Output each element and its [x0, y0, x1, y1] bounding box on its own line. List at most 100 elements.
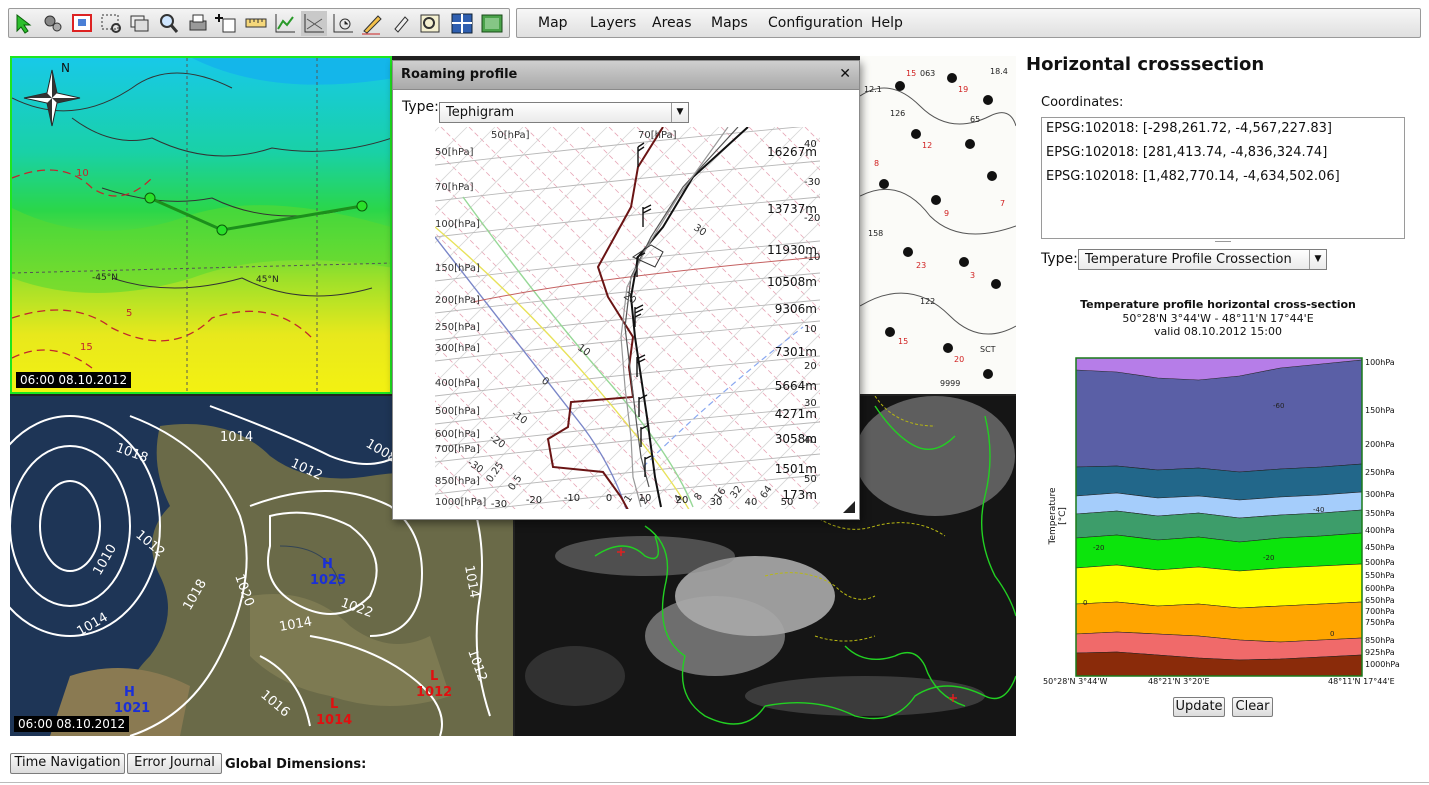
tephigram-chart: 50[hPa] 70[hPa] 100[hPa] 150[hPa] 200[hP…	[435, 127, 855, 513]
pressure-tick-label: 600hPa	[1365, 584, 1395, 593]
time-navigation-button[interactable]: Time Navigation	[10, 753, 125, 774]
menu-configuration[interactable]: Configuration	[768, 15, 863, 31]
chart-icon[interactable]	[272, 11, 298, 36]
menu-map[interactable]: Map	[538, 15, 568, 31]
svg-text:7: 7	[1000, 199, 1005, 208]
height-label: 4271m	[775, 407, 817, 421]
temperature-map: N 10 -45°N 45°N 15 5	[12, 58, 390, 392]
pressure-tick-label: 750hPa	[1365, 618, 1395, 627]
right-axis-label: -20	[804, 213, 820, 224]
svg-text:20: 20	[954, 355, 964, 364]
coordinates-label: Coordinates:	[1041, 95, 1124, 110]
svg-text:126: 126	[890, 109, 905, 118]
zoom-extent-icon[interactable]	[69, 11, 95, 36]
edit-icon[interactable]	[388, 11, 414, 36]
status-divider	[0, 782, 1429, 783]
temp-label: 15	[80, 342, 93, 353]
pressure-label: 70[hPa]	[638, 130, 677, 141]
map-panel-temperature[interactable]: N 10 -45°N 45°N 15 5 06:00 08.10.2012	[10, 56, 392, 394]
ruler-icon[interactable]	[243, 11, 269, 36]
temp-axis-label: -20	[526, 495, 542, 506]
contour-label: -60	[1273, 402, 1284, 410]
pressure-label: 700[hPa]	[435, 444, 480, 455]
crosssection-type-label: Type:	[1041, 251, 1078, 267]
contour-label: 0	[1330, 630, 1334, 638]
main-toolbar	[8, 8, 510, 38]
svg-text:15: 15	[898, 337, 908, 346]
chart-ylabel: Temperature[°C]	[1048, 487, 1068, 545]
roaming-type-value: Tephigram	[446, 105, 515, 120]
pressure-tick-label: 100hPa	[1365, 358, 1395, 367]
pressure-label: 400[hPa]	[435, 378, 480, 389]
chart-range: 50°28'N 3°44'W - 48°11'N 17°44'E	[1122, 312, 1314, 325]
svg-text:8: 8	[874, 159, 879, 168]
temp-label: 5	[126, 308, 132, 319]
pressure-tick-label: 200hPa	[1365, 440, 1395, 449]
right-axis-label: 30	[804, 398, 817, 409]
coordinate-item[interactable]: EPSG:102018: [281,413.74, -4,836,324.74]	[1046, 145, 1327, 160]
timestamp-bottom-left: 06:00 08.10.2012	[14, 716, 130, 732]
menu-maps[interactable]: Maps	[711, 15, 748, 31]
compass-n-label: N	[61, 61, 70, 75]
roaming-profile-titlebar[interactable]: Roaming profile ✕	[393, 61, 859, 90]
pressure-tick-label: 1000hPa	[1365, 660, 1400, 669]
svg-text:9: 9	[944, 209, 949, 218]
layers-icon[interactable]	[127, 11, 153, 36]
preview-icon[interactable]	[417, 11, 443, 36]
add-point-icon[interactable]	[214, 11, 240, 36]
menu-layers[interactable]: Layers	[590, 15, 636, 31]
height-label: 5664m	[775, 379, 817, 393]
time-chart-icon[interactable]	[330, 11, 356, 36]
print-icon[interactable]	[185, 11, 211, 36]
chevron-down-icon: ▼	[671, 103, 688, 122]
crosssection-type-select[interactable]: Temperature Profile Crossection ▼	[1078, 249, 1327, 270]
settings-icon[interactable]	[40, 11, 66, 36]
pressure-label: 600[hPa]	[435, 429, 480, 440]
crosssection-type-value: Temperature Profile Crossection	[1085, 252, 1292, 267]
clear-button[interactable]: Clear	[1232, 697, 1273, 717]
splitter-grip[interactable]	[1215, 238, 1231, 242]
lat-label: -45°N	[92, 273, 118, 283]
coordinate-item[interactable]: EPSG:102018: [-298,261.72, -4,567,227.83…	[1046, 121, 1332, 136]
high-center-label: H	[322, 557, 333, 572]
error-journal-button[interactable]: Error Journal	[127, 753, 222, 774]
pressure-tick-label: 300hPa	[1365, 490, 1395, 499]
pressure-tick-label: 500hPa	[1365, 558, 1395, 567]
contour-label: -20	[1093, 544, 1104, 552]
layout-icon[interactable]	[449, 11, 475, 36]
fullscreen-icon[interactable]	[479, 11, 505, 36]
zoom-1-1-icon[interactable]	[156, 11, 182, 36]
svg-text:23: 23	[916, 261, 926, 270]
temp-axis-label: -10	[564, 493, 580, 504]
menu-areas[interactable]: Areas	[652, 15, 692, 31]
pressure-label: 50[hPa]	[491, 130, 530, 141]
draw-icon[interactable]	[359, 11, 385, 36]
map-panel-observations[interactable]: 15 19 12 8 9 7 23 3 15 20 12.1 063 18.4 126 65 158…	[860, 56, 1016, 394]
chart-title: Temperature profile horizontal cross-sec…	[1080, 298, 1356, 311]
pressure-tick-label: 550hPa	[1365, 571, 1395, 580]
pressure-label: 200[hPa]	[435, 295, 480, 306]
chevron-down-icon: ▼	[1309, 250, 1326, 269]
roaming-type-label: Type:	[402, 99, 439, 115]
crosssection-icon[interactable]	[301, 11, 327, 36]
contour-label: 0	[1083, 599, 1087, 607]
close-icon[interactable]: ✕	[839, 66, 851, 82]
height-label: 9306m	[775, 302, 817, 316]
pressure-label: 70[hPa]	[435, 182, 474, 193]
roaming-type-select[interactable]: Tephigram ▼	[439, 102, 689, 123]
coordinates-list[interactable]: EPSG:102018: [-298,261.72, -4,567,227.83…	[1041, 117, 1405, 242]
temp-axis-label: 40	[745, 497, 758, 508]
temp-axis-label: 0	[606, 493, 612, 504]
svg-text:15: 15	[906, 69, 916, 78]
pressure-label: 1000[hPa]	[435, 497, 486, 508]
update-button[interactable]: Update	[1173, 697, 1225, 717]
isobar-label: 1014	[220, 430, 253, 445]
zoom-rect-icon[interactable]	[98, 11, 124, 36]
right-axis-label: 40	[804, 435, 817, 446]
right-axis-label: 10	[804, 324, 817, 335]
select-arrow-icon[interactable]	[11, 11, 37, 36]
menu-help[interactable]: Help	[871, 15, 903, 31]
right-axis-label: 40	[804, 139, 817, 150]
coordinate-item[interactable]: EPSG:102018: [1,482,770.14, -4,634,502.0…	[1046, 169, 1340, 184]
panel-title: Horizontal crosssection	[1026, 54, 1265, 75]
